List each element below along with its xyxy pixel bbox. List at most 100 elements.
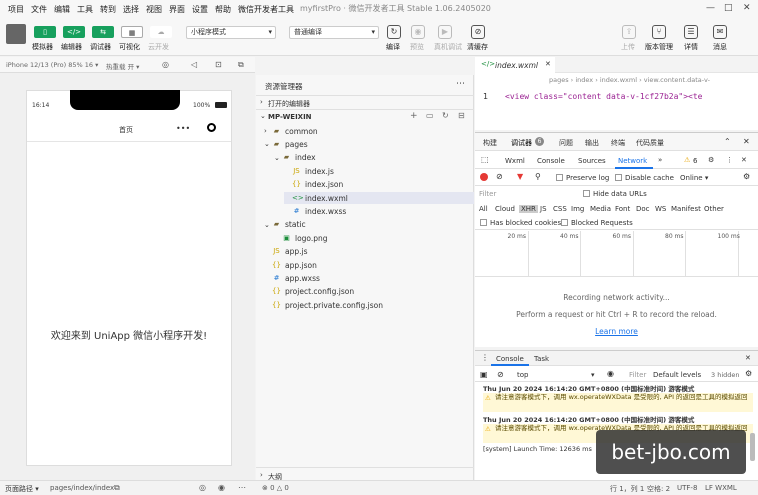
- preview-icon[interactable]: ◉: [411, 25, 425, 39]
- panel-tab[interactable]: 调试器: [511, 138, 532, 148]
- mode-select[interactable]: 小程序模式 ▾: [186, 26, 276, 39]
- eye-icon[interactable]: ◉: [607, 369, 614, 378]
- hotreload-select[interactable]: 热重载 开 ▾: [106, 61, 139, 71]
- tree-item[interactable]: # app.wxss: [264, 272, 320, 284]
- tree-item[interactable]: JS index.js: [284, 165, 334, 177]
- tree-item[interactable]: {} app.json: [264, 259, 317, 271]
- settings-icon[interactable]: ⚙: [708, 156, 714, 164]
- menu-item[interactable]: 设置: [192, 4, 208, 15]
- panel-close-icon[interactable]: ✕: [743, 137, 750, 146]
- device-select[interactable]: iPhone 12/13 (Pro) 85% 16 ▾: [6, 61, 98, 69]
- new-file-icon[interactable]: +: [410, 111, 418, 121]
- panel-tab[interactable]: 问题: [559, 138, 573, 148]
- menu-item[interactable]: 视图: [146, 4, 162, 15]
- copy-icon[interactable]: ⧉: [114, 483, 120, 493]
- record-icon[interactable]: [480, 173, 488, 181]
- tree-item[interactable]: # index.wxss: [284, 205, 347, 217]
- type-filter[interactable]: JS: [540, 205, 547, 213]
- network-settings-icon[interactable]: ⚙: [743, 172, 750, 181]
- tree-item[interactable]: {} project.private.config.json: [264, 299, 383, 311]
- menu-item[interactable]: 界面: [169, 4, 185, 15]
- language-mode[interactable]: LF WXML: [705, 484, 737, 492]
- capsule-more-icon[interactable]: •••: [176, 124, 190, 133]
- menu-icon[interactable]: ⋮: [481, 353, 489, 362]
- clear-console-icon[interactable]: ⊘: [497, 370, 504, 379]
- page-path-label[interactable]: 页面路径 ▾: [5, 484, 39, 494]
- record-icon[interactable]: ◎: [162, 60, 169, 69]
- cursor-position[interactable]: 行 1，列 1: [610, 484, 644, 494]
- version-icon[interactable]: ⑂: [652, 25, 666, 39]
- type-filter[interactable]: CSS: [553, 205, 567, 213]
- open-editors-section[interactable]: › 打开的编辑器: [256, 95, 474, 109]
- levels-select[interactable]: Default levels: [653, 371, 701, 379]
- menu-item[interactable]: 编辑: [54, 4, 70, 15]
- popout-icon[interactable]: ⧉: [238, 60, 244, 70]
- tab-task[interactable]: Task: [534, 355, 549, 363]
- type-filter[interactable]: Font: [615, 205, 630, 213]
- menu-item[interactable]: 项目: [8, 4, 24, 15]
- type-filter[interactable]: Cloud: [495, 205, 515, 213]
- compile-icon[interactable]: ↻: [387, 25, 401, 39]
- new-folder-icon[interactable]: ▭: [426, 111, 434, 120]
- warning-count[interactable]: 6: [693, 157, 697, 165]
- visual-toggle-icon[interactable]: ▦: [121, 26, 143, 38]
- tree-item[interactable]: ▣ logo.png: [274, 232, 327, 244]
- disable-cache-checkbox[interactable]: Disable cache: [615, 174, 674, 182]
- remote-debug-icon[interactable]: ▶: [438, 25, 452, 39]
- type-filter[interactable]: All: [479, 205, 488, 213]
- console-settings-icon[interactable]: ⚙: [745, 369, 752, 378]
- inspect-icon[interactable]: ⬚: [481, 155, 489, 164]
- panel-tab[interactable]: 代码质量: [636, 138, 664, 148]
- panel-tab[interactable]: 输出: [585, 138, 599, 148]
- menu-item[interactable]: 工具: [77, 4, 93, 15]
- menu-item[interactable]: 帮助: [215, 4, 231, 15]
- refresh-icon[interactable]: ↻: [442, 111, 449, 120]
- avatar[interactable]: [6, 24, 26, 44]
- cloud-dev-icon[interactable]: ☁: [150, 26, 172, 38]
- simulator-toggle-icon[interactable]: ▯: [34, 26, 56, 38]
- more-icon[interactable]: ⋯: [456, 79, 465, 89]
- chevron-down-icon[interactable]: ▾: [591, 371, 595, 379]
- camera-icon[interactable]: ◎: [199, 483, 206, 492]
- collapse-icon[interactable]: ⊟: [458, 111, 465, 120]
- code-line[interactable]: <view class="content data-v-1cf27b2a"><t…: [505, 92, 702, 101]
- clear-icon[interactable]: ⊘: [496, 172, 503, 181]
- learn-more-link[interactable]: Learn more: [475, 327, 758, 336]
- upload-icon[interactable]: ⇪: [622, 25, 636, 39]
- tab-sources[interactable]: Sources: [578, 157, 606, 165]
- maximize-button[interactable]: □: [724, 3, 733, 13]
- capsule-close-icon[interactable]: [207, 123, 216, 132]
- throttle-select[interactable]: Online ▾: [680, 174, 708, 182]
- tab-network[interactable]: Network: [618, 157, 647, 165]
- indent-setting[interactable]: 空格: 2: [647, 484, 670, 494]
- problems-count[interactable]: ⊗ 0 △ 0: [262, 484, 289, 492]
- tab-console-drawer[interactable]: Console: [496, 355, 524, 363]
- project-section[interactable]: ⌄ MP-WEIXIN + ▭ ↻ ⊟: [256, 109, 474, 123]
- tree-item[interactable]: {} project.config.json: [264, 286, 354, 298]
- console-scrollbar[interactable]: [750, 433, 755, 461]
- filter-icon[interactable]: ▼: [517, 172, 523, 181]
- hide-data-urls-checkbox[interactable]: Hide data URLs: [583, 190, 647, 198]
- message-icon[interactable]: ✉: [713, 25, 727, 39]
- context-select[interactable]: top: [517, 371, 528, 379]
- menu-item[interactable]: 文件: [31, 4, 47, 15]
- clear-cache-icon[interactable]: ⊘: [471, 25, 485, 39]
- tree-item[interactable]: ⌄ ▰ static: [264, 219, 306, 231]
- debugger-toggle-icon[interactable]: ⇆: [92, 26, 114, 38]
- view-icon[interactable]: ◉: [218, 483, 225, 492]
- drawer-close-icon[interactable]: ✕: [745, 354, 751, 362]
- tab-console[interactable]: Console: [537, 157, 565, 165]
- type-filter[interactable]: XHR: [519, 205, 538, 213]
- tree-item[interactable]: <> index.wxml: [284, 192, 474, 204]
- close-icon[interactable]: ✕: [741, 156, 747, 164]
- tree-item[interactable]: ⌄ ▰ pages: [264, 138, 308, 150]
- type-filter[interactable]: Media: [590, 205, 611, 213]
- minimize-button[interactable]: —: [706, 3, 715, 13]
- editor-toggle-icon[interactable]: </>: [63, 26, 85, 38]
- panel-collapse-icon[interactable]: ⌃: [724, 137, 731, 146]
- kebab-icon[interactable]: ⋮: [726, 156, 733, 164]
- console-filter[interactable]: Filter: [629, 371, 646, 379]
- sidebar-icon[interactable]: ▣: [480, 370, 488, 379]
- details-icon[interactable]: ☰: [684, 25, 698, 39]
- tree-item[interactable]: JS app.js: [264, 246, 307, 258]
